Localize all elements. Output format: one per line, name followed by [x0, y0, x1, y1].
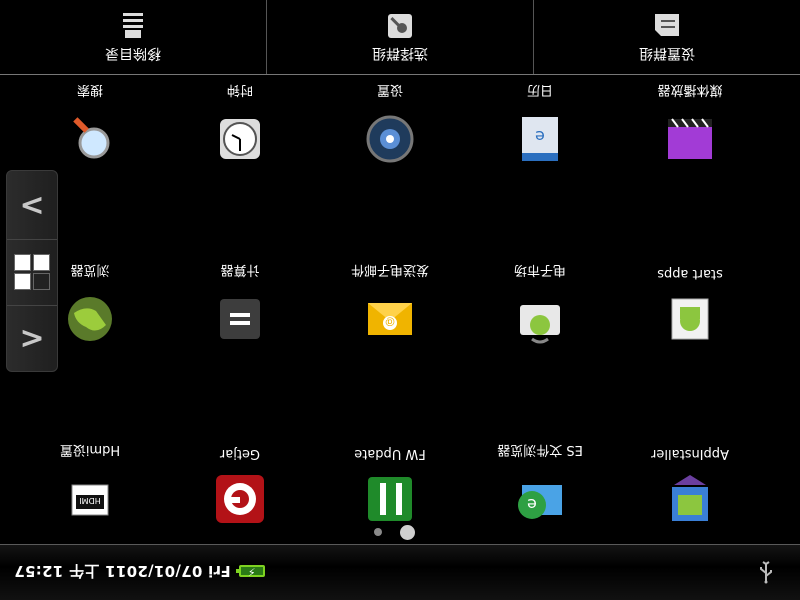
svg-text:e: e: [535, 127, 545, 146]
app-search[interactable]: 搜索: [20, 75, 160, 165]
status-right: ⚡ Fri 07/01/2011 上午 12:57: [14, 561, 265, 582]
grid-view-button[interactable]: [7, 239, 57, 305]
app-label: start apps: [657, 266, 723, 281]
app-es-file-explorer[interactable]: e ES 文件浏览器: [470, 435, 610, 525]
select-group-icon: [388, 14, 412, 38]
app-start-apps[interactable]: start apps: [620, 255, 760, 345]
browser-globe-icon: [68, 297, 112, 341]
app-fw-update[interactable]: FW Update: [320, 435, 460, 525]
tool-label: 选择群组: [372, 45, 428, 61]
page-indicator: [374, 525, 415, 540]
select-group-button[interactable]: 选择群组: [266, 0, 533, 74]
app-label: 日历: [527, 82, 554, 97]
app-label: ES 文件浏览器: [497, 442, 583, 457]
es-file-explorer-icon: e: [518, 485, 562, 519]
clock-icon: [220, 119, 260, 159]
launcher-screen: ⚡ Fri 07/01/2011 上午 12:57 AppInstaller e…: [0, 0, 800, 600]
app-getjar[interactable]: Getjar: [170, 435, 310, 525]
page-dot[interactable]: [374, 528, 382, 537]
email-icon: @: [368, 303, 412, 335]
grid-view-icon: [14, 254, 50, 291]
app-label: 媒体播放器: [657, 82, 723, 97]
app-label: AppInstaller: [651, 446, 729, 461]
app-clock[interactable]: 时钟: [170, 75, 310, 165]
usb-icon: [760, 561, 772, 584]
app-appinstaller[interactable]: AppInstaller: [620, 435, 760, 525]
svg-text:e: e: [527, 495, 537, 514]
android-market-icon: [520, 305, 560, 344]
status-clock: Fri 07/01/2011 上午 12:57: [14, 562, 231, 580]
next-page-button[interactable]: >: [7, 173, 57, 239]
group-toolbar: 设置群组 选择群组 移除目录: [0, 0, 800, 75]
group-settings-icon: [655, 14, 679, 36]
prev-page-button[interactable]: <: [7, 305, 57, 371]
settings-icon: [366, 115, 414, 163]
app-settings[interactable]: 设置: [320, 75, 460, 165]
group-settings-button[interactable]: 设置群组: [533, 0, 800, 74]
app-android-market[interactable]: 电子市场: [470, 255, 610, 345]
app-calendar[interactable]: e 日历: [470, 75, 610, 165]
app-hdmi[interactable]: HDMI Hdmi设置: [20, 435, 160, 525]
tool-label: 移除目录: [105, 45, 161, 61]
calculator-icon: [220, 299, 260, 339]
app-label: Hdmi设置: [59, 442, 121, 457]
getjar-icon: [216, 475, 264, 523]
search-magnifier-icon: [73, 117, 110, 159]
media-player-icon: [668, 118, 712, 159]
app-media-player[interactable]: 媒体播放器: [620, 75, 760, 165]
app-label: 设置: [377, 82, 404, 97]
app-label: FW Update: [354, 446, 426, 461]
svg-text:@: @: [385, 316, 395, 327]
app-calculator[interactable]: 计算器: [170, 255, 310, 345]
app-label: 时钟: [227, 82, 254, 97]
remove-folder-button[interactable]: 移除目录: [0, 0, 266, 74]
app-label: Getjar: [219, 446, 261, 461]
android-box-icon: [671, 298, 709, 340]
app-email[interactable]: @ 发送电子邮件: [320, 255, 460, 345]
tool-label: 设置群组: [639, 45, 695, 61]
app-label: 发送电子邮件: [351, 262, 430, 277]
app-label: 搜索: [77, 82, 104, 97]
status-bar: ⚡ Fri 07/01/2011 上午 12:57: [0, 544, 800, 600]
app-grid: AppInstaller e ES 文件浏览器 FW Update Getjar…: [20, 75, 760, 525]
remove-folder-icon: [123, 13, 143, 38]
app-label: 电子市场: [514, 262, 567, 277]
svg-text:HDMI: HDMI: [79, 496, 100, 505]
calendar-icon: e: [522, 117, 558, 161]
hdmi-icon: HDMI: [71, 484, 109, 516]
fw-update-icon: [368, 477, 412, 521]
app-label: 计算器: [220, 262, 260, 277]
page-dot-active[interactable]: [400, 525, 415, 540]
battery-charging-icon: ⚡: [238, 565, 265, 579]
appinstaller-icon: [672, 475, 708, 521]
page-switcher: < >: [6, 170, 58, 372]
